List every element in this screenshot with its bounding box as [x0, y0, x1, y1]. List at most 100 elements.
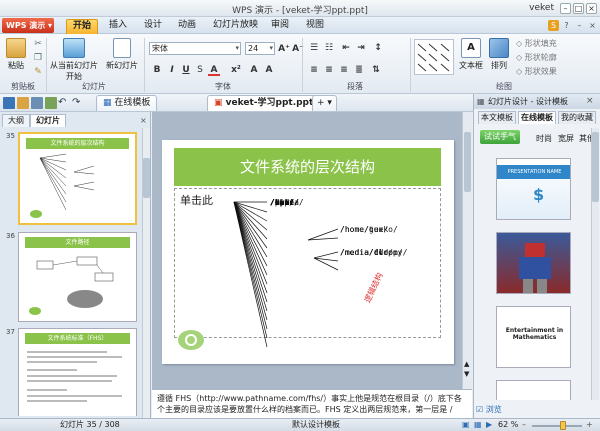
- paste-button[interactable]: 粘贴: [4, 38, 28, 71]
- new-slide-button[interactable]: 新幻灯片: [104, 38, 140, 71]
- justify-icon[interactable]: ≣: [353, 64, 365, 76]
- slide-thumbnail-36[interactable]: 文件路径: [18, 232, 137, 322]
- scrollbar-thumb[interactable]: [592, 132, 599, 202]
- current-slide[interactable]: 文件系统的层次结构 单击此 /bin//boot//dev//etc//home…: [162, 140, 454, 364]
- bullets-icon[interactable]: ☰: [308, 42, 320, 54]
- slides-panel: 大纲 幻灯片 × 35 文件系统的层次结构 36 文件路径 37 文件系统标准（…: [0, 112, 151, 418]
- template-math[interactable]: Entertainment in Mathematics: [496, 306, 571, 368]
- indent-decrease-icon[interactable]: ⇤: [340, 42, 352, 54]
- slides-scrollbar[interactable]: [142, 128, 150, 418]
- textbox-button[interactable]: A 文本框: [458, 38, 484, 71]
- filter-fashion[interactable]: 时尚: [536, 133, 552, 144]
- shape-outline-button[interactable]: ◇ 形状轮廓: [516, 52, 557, 63]
- undo-icon[interactable]: ↶: [58, 97, 70, 109]
- clipboard-group-label: 剪贴板: [11, 82, 35, 91]
- align-left-icon[interactable]: ≡: [308, 64, 320, 76]
- tab-slideshow[interactable]: 幻灯片放映: [207, 19, 264, 34]
- open-icon[interactable]: [17, 97, 29, 109]
- tab-favorites[interactable]: 我的收藏: [558, 111, 596, 124]
- minimize-icon[interactable]: –: [560, 3, 571, 14]
- slideshow-view-icon[interactable]: ▶: [486, 419, 492, 431]
- tab-animation[interactable]: 动画: [172, 19, 202, 34]
- copy-icon[interactable]: ❐: [32, 52, 44, 64]
- font-color-icon[interactable]: A: [208, 64, 220, 76]
- browse-link[interactable]: ☑ 浏览: [476, 404, 502, 415]
- zoom-slider[interactable]: [532, 421, 582, 430]
- paragraph-group-label: 段落: [347, 82, 363, 91]
- superscript-icon[interactable]: x²: [230, 64, 242, 76]
- shapes-gallery[interactable]: [414, 39, 454, 75]
- next-slide-icon[interactable]: ▼: [464, 370, 469, 378]
- skin-icon[interactable]: S: [548, 20, 559, 31]
- thumb-text-lines: [27, 351, 122, 402]
- tab-insert[interactable]: 插入: [103, 19, 133, 34]
- slide-scrollbar[interactable]: ▲ ▼: [462, 112, 472, 389]
- close-icon[interactable]: ×: [140, 116, 147, 125]
- close-icon[interactable]: ×: [586, 3, 597, 14]
- zoom-in-icon[interactable]: +: [586, 419, 593, 431]
- try-luck-button[interactable]: 试试手气: [480, 130, 520, 144]
- indent-increase-icon[interactable]: ⇥: [355, 42, 367, 54]
- prev-slide-icon[interactable]: ▲: [464, 360, 469, 368]
- directory-entry: /var/: [270, 198, 295, 207]
- shadow-icon[interactable]: S: [194, 64, 206, 76]
- close-icon[interactable]: ×: [586, 96, 594, 106]
- line-spacing-icon[interactable]: ↕: [372, 42, 384, 54]
- cut-icon[interactable]: ✂: [32, 38, 44, 50]
- template-blank[interactable]: [496, 380, 571, 400]
- bold-icon[interactable]: B: [151, 64, 163, 76]
- print-icon[interactable]: [31, 97, 43, 109]
- zoom-slider-knob[interactable]: [560, 421, 566, 430]
- save-icon[interactable]: [3, 97, 15, 109]
- maximize-icon[interactable]: □: [573, 3, 584, 14]
- scrollbar-thumb[interactable]: [464, 132, 471, 192]
- tab-outline[interactable]: 大纲: [2, 114, 30, 127]
- ribbon-minimize-icon[interactable]: –: [574, 20, 585, 31]
- doc-close-icon[interactable]: ×: [587, 20, 598, 31]
- redo-icon[interactable]: ↷: [72, 97, 84, 109]
- sorter-view-icon[interactable]: ▦: [474, 419, 482, 431]
- underline-icon[interactable]: U: [180, 64, 192, 76]
- italic-icon[interactable]: I: [166, 64, 178, 76]
- tab-review[interactable]: 审阅: [265, 19, 295, 34]
- font-name-select[interactable]: 宋体 ▾: [149, 42, 241, 55]
- text-direction-icon[interactable]: ⇅: [370, 64, 382, 76]
- change-case-icon[interactable]: A: [248, 64, 260, 76]
- template-scrollbar[interactable]: [591, 128, 599, 400]
- align-center-icon[interactable]: ≡: [323, 64, 335, 76]
- filter-widescreen[interactable]: 宽屏: [558, 133, 574, 144]
- shape-effect-button[interactable]: ◇ 形状效果: [516, 66, 557, 77]
- tab-online-templates-panel[interactable]: 在线模板: [518, 111, 556, 124]
- slide-thumbnail-37[interactable]: 文件系统标准（FHS）: [18, 328, 137, 416]
- from-current-slide-button[interactable]: 从当前幻灯片 开始: [48, 38, 100, 82]
- numbering-icon[interactable]: ☷: [323, 42, 335, 54]
- zoom-out-icon[interactable]: –: [522, 419, 526, 431]
- tab-design[interactable]: 设计: [138, 19, 168, 34]
- template-robot[interactable]: [496, 232, 571, 294]
- notes-pane[interactable]: 遵循 FHS（http://www.pathname.com/fhs/）事实上他…: [152, 389, 472, 418]
- tab-online-templates[interactable]: ▦ 在线模板: [96, 95, 158, 111]
- format-painter-icon[interactable]: ✎: [32, 66, 44, 78]
- new-tab-button[interactable]: + ▾: [312, 95, 337, 111]
- align-right-icon[interactable]: ≡: [338, 64, 350, 76]
- menu-icon[interactable]: ▦: [477, 97, 485, 106]
- arrange-button[interactable]: 排列: [486, 38, 512, 71]
- tab-view[interactable]: 视图: [300, 19, 330, 34]
- menu-bar: WPS 演示 ▾ 开始 插入 设计 动画 幻灯片放映 审阅 视图 S ? – ×: [0, 17, 600, 34]
- tab-local-templates[interactable]: 本文模板: [478, 111, 516, 124]
- tab-slides[interactable]: 幻灯片: [30, 114, 66, 127]
- help-icon[interactable]: ?: [561, 20, 572, 31]
- template-presentation[interactable]: PRESENTATION NAME $: [496, 158, 571, 220]
- directory-entry: /media/dvd/: [340, 248, 393, 257]
- tab-home[interactable]: 开始: [66, 19, 99, 34]
- wps-menu-button[interactable]: WPS 演示 ▾: [2, 18, 54, 33]
- notes-text: 遵循 FHS（http://www.pathname.com/fhs/）事实上他…: [157, 394, 462, 414]
- font-size-select[interactable]: 24 ▾: [245, 42, 275, 55]
- clear-format-icon[interactable]: A: [263, 64, 275, 76]
- shape-fill-button[interactable]: ◇ 形状填充: [516, 38, 557, 49]
- preview-icon[interactable]: [45, 97, 57, 109]
- normal-view-icon[interactable]: ▣: [462, 419, 470, 431]
- grow-font-icon[interactable]: A⁺: [278, 43, 290, 55]
- slide-thumbnail-35[interactable]: 文件系统的层次结构: [18, 132, 137, 225]
- scrollbar-thumb[interactable]: [143, 158, 150, 198]
